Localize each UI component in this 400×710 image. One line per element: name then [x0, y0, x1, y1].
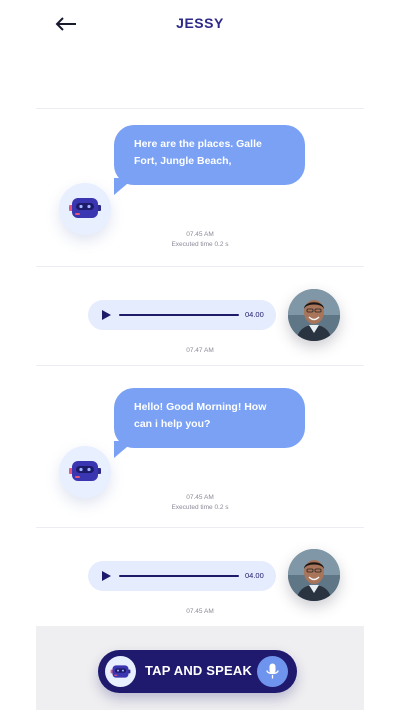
- divider: [36, 108, 364, 109]
- chat-title: JESSY: [176, 15, 224, 31]
- user-avatar: [288, 549, 340, 601]
- execution-time: Executed time 0.2 s: [171, 504, 229, 511]
- bot-avatar: [59, 446, 111, 498]
- audio-message: 04.00: [88, 300, 276, 330]
- bot-avatar: [59, 183, 111, 235]
- user-photo: [288, 289, 340, 341]
- bot-message-text: Hello! Good Morning! How can i help you?: [134, 401, 267, 430]
- audio-duration: 04.00: [245, 571, 264, 580]
- bot-message-bubble: Hello! Good Morning! How can i help you?: [114, 388, 305, 448]
- tap-and-speak-button[interactable]: TAP AND SPEAK: [98, 650, 297, 693]
- robot-icon: [69, 198, 101, 218]
- execution-time: Executed time 0.2 s: [171, 241, 229, 248]
- microphone-icon: [266, 663, 279, 679]
- divider: [36, 527, 364, 528]
- message-timestamp: 07.45 AM: [186, 494, 214, 501]
- audio-progress-track[interactable]: [119, 314, 239, 316]
- robot-icon: [69, 461, 101, 481]
- bot-message-bubble: Here are the places. Galle Fort, Jungle …: [114, 125, 305, 185]
- divider: [36, 266, 364, 267]
- message-timestamp: 07.45 AM: [186, 231, 214, 238]
- user-photo: [288, 549, 340, 601]
- robot-icon: [110, 665, 131, 678]
- mic-button[interactable]: [257, 656, 288, 687]
- app-header: JESSY: [0, 0, 400, 48]
- play-icon[interactable]: [102, 310, 111, 320]
- bubble-tail: [114, 178, 134, 195]
- user-avatar: [288, 289, 340, 341]
- audio-duration: 04.00: [245, 310, 264, 319]
- divider: [36, 365, 364, 366]
- bubble-tail: [114, 441, 134, 458]
- message-timestamp: 07.47 AM: [186, 347, 214, 354]
- audio-message: 04.00: [88, 561, 276, 591]
- play-icon[interactable]: [102, 571, 111, 581]
- message-timestamp: 07.45 AM: [186, 608, 214, 615]
- bot-message-text: Here are the places. Galle Fort, Jungle …: [134, 138, 262, 167]
- speak-button-label: TAP AND SPEAK: [145, 663, 253, 678]
- audio-progress-track[interactable]: [119, 575, 239, 577]
- speak-bot-avatar: [105, 656, 136, 687]
